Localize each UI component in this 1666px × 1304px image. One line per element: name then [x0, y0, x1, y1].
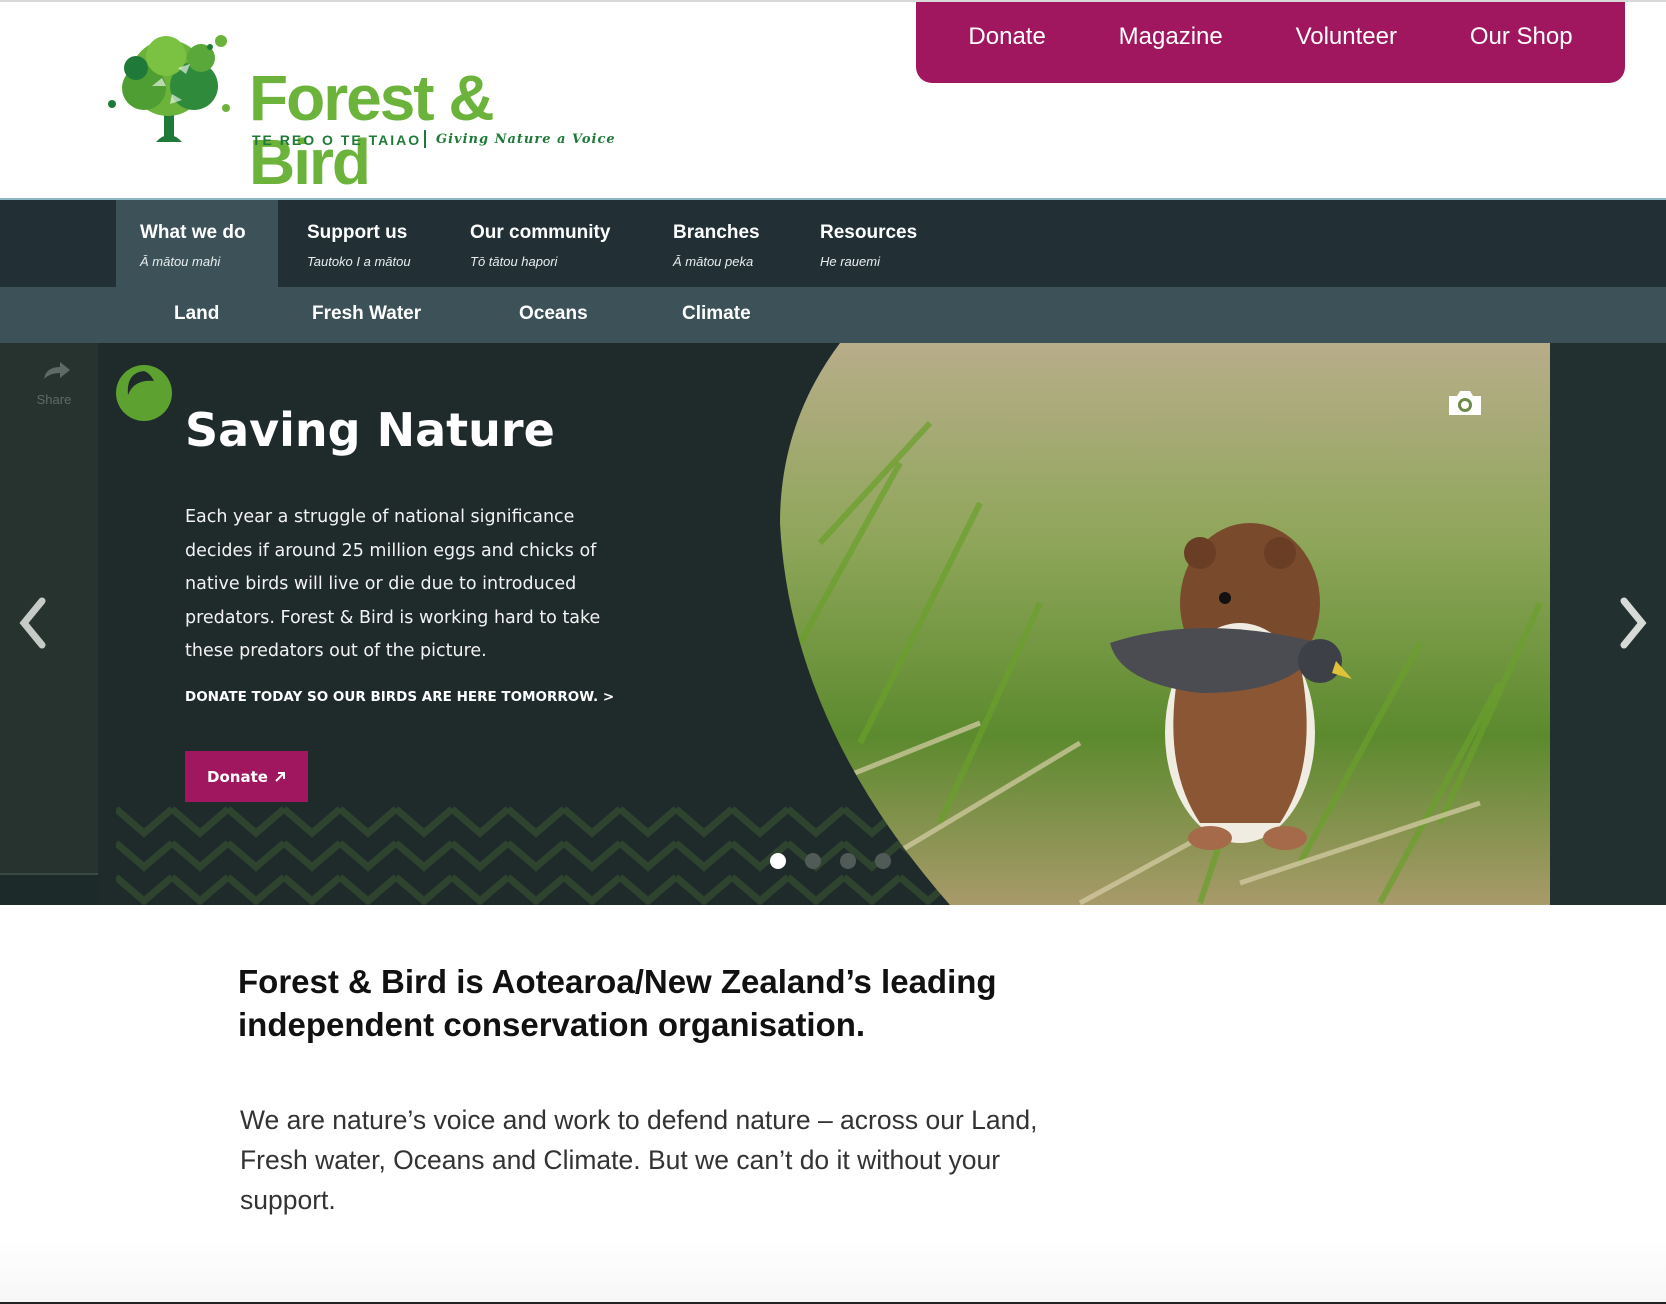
hero-title: Saving Nature	[185, 403, 555, 457]
nav-item-our-community[interactable]: Our community Tō tātou hapori	[470, 200, 630, 289]
nav-item-title: Branches	[673, 222, 760, 243]
carousel-dot-2[interactable]	[805, 853, 821, 869]
brand-name: Forest & Bird	[249, 62, 495, 198]
share-control[interactable]: Share	[30, 359, 78, 409]
nav-item-subtitle: He rauemi	[820, 254, 880, 269]
nav-item-title: Resources	[820, 222, 918, 243]
tree-logo-icon	[108, 35, 230, 142]
carousel-dot-3[interactable]	[840, 853, 856, 869]
utility-link-magazine[interactable]: Magazine	[1105, 23, 1237, 51]
nav-item-resources[interactable]: Resources He rauemi	[820, 200, 940, 289]
swirl-icon	[116, 365, 172, 421]
nav-item-what-we-do[interactable]: What we do Ā mātou mahi	[116, 200, 278, 289]
tagline-english: Giving Nature a Voice	[436, 132, 616, 147]
subnav-climate[interactable]: Climate	[682, 303, 751, 325]
nav-item-subtitle: Ā mātou mahi	[140, 254, 221, 269]
nav-item-subtitle: Ā mātou peka	[673, 254, 754, 269]
share-label: Share	[36, 392, 72, 407]
hero-description: Each year a struggle of national signifi…	[185, 507, 601, 661]
donate-button-label: Donate	[207, 767, 268, 786]
intro-body: We are nature’s voice and work to defend…	[240, 1105, 1038, 1215]
footer-fade	[0, 1240, 1666, 1304]
utility-link-volunteer[interactable]: Volunteer	[1282, 23, 1411, 51]
nav-item-support-us[interactable]: Support us Tautoko I a mātou	[307, 200, 447, 289]
share-icon	[44, 362, 70, 379]
nav-item-title: Our community	[470, 222, 611, 243]
chevron-left-icon[interactable]	[14, 593, 54, 653]
camera-icon[interactable]	[1446, 388, 1484, 418]
chevron-right-icon[interactable]	[1612, 593, 1652, 653]
hero-carousel: Share Saving Nature Each year a struggle…	[0, 343, 1666, 905]
nav-item-title: Support us	[307, 222, 408, 243]
main-nav: What we do Ā mātou mahi Support us Tauto…	[0, 198, 1666, 289]
carousel-dot-1[interactable]	[770, 853, 786, 869]
hero-donate-button[interactable]: Donate	[185, 751, 308, 802]
nav-item-subtitle: Tautoko I a mātou	[307, 254, 411, 269]
site-logo[interactable]: Forest & Bird TE REO O TE TAIAO Giving N…	[106, 28, 626, 194]
external-arrow-icon	[275, 771, 285, 782]
subnav-land[interactable]: Land	[174, 303, 219, 325]
subnav-oceans[interactable]: Oceans	[519, 303, 588, 325]
nav-item-title: What we do	[140, 222, 246, 243]
hero-cta-link[interactable]: DONATE TODAY SO OUR BIRDS ARE HERE TOMOR…	[185, 689, 614, 705]
carousel-dot-4[interactable]	[875, 853, 891, 869]
tagline-maori: TE REO O TE TAIAO	[252, 132, 422, 148]
utility-nav: Donate Magazine Volunteer Our Shop	[916, 2, 1625, 83]
subnav-fresh-water[interactable]: Fresh Water	[312, 303, 421, 325]
intro-title: Forest & Bird is Aotearoa/New Zealand’s …	[238, 963, 997, 1043]
hero-photo-stoat	[780, 343, 1550, 905]
tagline-divider	[424, 130, 426, 148]
utility-link-shop[interactable]: Our Shop	[1456, 23, 1587, 51]
nav-item-branches[interactable]: Branches Ā mātou peka	[673, 200, 783, 289]
nav-item-subtitle: Tō tātou hapori	[470, 254, 558, 269]
carousel-dots	[770, 853, 891, 869]
sub-nav: Land Fresh Water Oceans Climate	[0, 287, 1666, 343]
utility-link-donate[interactable]: Donate	[954, 23, 1059, 51]
